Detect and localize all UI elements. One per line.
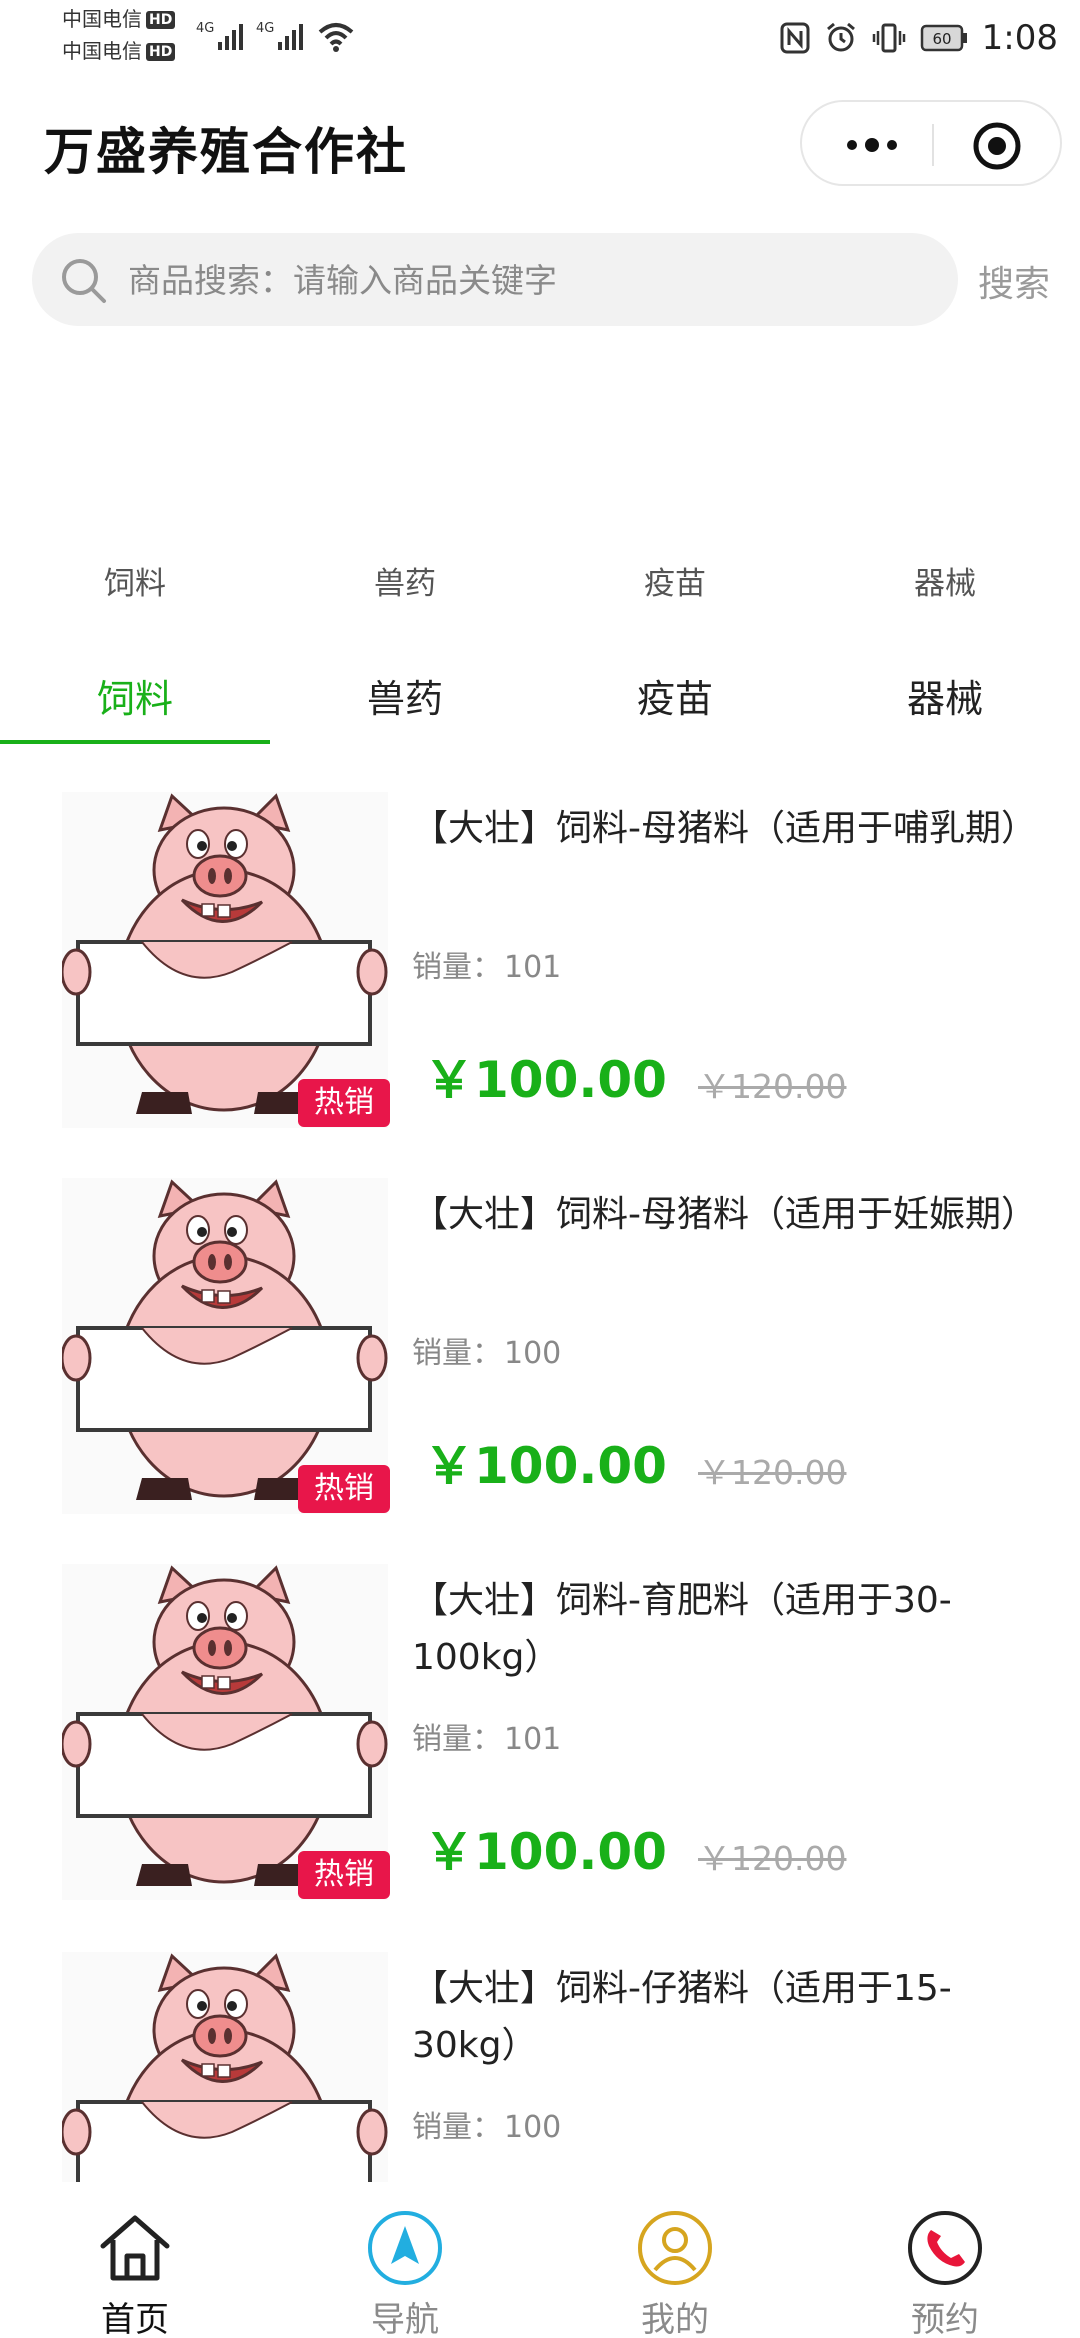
category-item-feed[interactable]: 饲料 [0, 558, 270, 603]
product-item[interactable]: 热销 【大壮】饲料-育肥料（适用于30-100kg） 销量：101 ￥100.0… [0, 1564, 1080, 1950]
nav-item-home[interactable]: 首页 [0, 2182, 270, 2338]
signal-icon-2: 4G [256, 21, 303, 50]
battery-level: 60 [932, 30, 951, 48]
network-type-1: 4G [196, 21, 214, 36]
carrier-name-2: 中国电信 [62, 39, 142, 63]
search-input[interactable] [128, 253, 928, 307]
sales-label: 销量： [412, 950, 502, 985]
category-item-vet-drug[interactable]: 兽药 [270, 558, 540, 603]
phone-icon [908, 2211, 982, 2285]
nav-label-booking: 预约 [911, 2300, 979, 2338]
nav-label-home: 首页 [101, 2300, 169, 2338]
tab-equipment[interactable]: 器械 [810, 660, 1080, 744]
search-button[interactable]: 搜索 [978, 255, 1050, 307]
sales-label: 销量： [412, 2110, 502, 2145]
product-image[interactable] [62, 1178, 388, 1514]
nav-item-mine[interactable]: 我的 [540, 2182, 810, 2338]
status-right: 60 1:08 [780, 18, 1058, 58]
nav-item-navigation[interactable]: 导航 [270, 2182, 540, 2338]
page-title: 万盛养殖合作社 [44, 123, 408, 181]
product-original-price: ￥120.00 [698, 1839, 847, 1878]
hot-badge: 热销 [298, 1851, 390, 1899]
category-item-equipment[interactable]: 器械 [810, 558, 1080, 603]
status-bar: 中国电信 HD 中国电信 HD 4G 4G 60 1:08 [0, 0, 1080, 76]
more-icon[interactable] [842, 128, 902, 162]
product-sales: 销量：101 [412, 942, 561, 986]
product-original-price: ￥120.00 [698, 1067, 847, 1106]
sales-count: 101 [504, 950, 562, 985]
carrier-1: 中国电信 HD [62, 6, 176, 32]
product-sales: 销量：101 [412, 1714, 561, 1758]
product-sales: 销量：100 [412, 1328, 561, 1372]
vibrate-icon [872, 23, 905, 53]
product-price: ￥100.00 [424, 1051, 667, 1109]
user-icon [638, 2211, 712, 2285]
battery-icon: 60 [920, 24, 967, 52]
product-item[interactable]: 热销 【大壮】饲料-母猪料（适用于妊娠期） 销量：100 ￥100.00 ￥12… [0, 1178, 1080, 1564]
product-item[interactable]: 热销 【大壮】饲料-母猪料（适用于哺乳期） 销量：101 ￥100.00 ￥12… [0, 792, 1080, 1178]
category-item-vaccine[interactable]: 疫苗 [540, 558, 810, 603]
product-original-price: ￥120.00 [698, 1453, 847, 1492]
close-target-icon[interactable] [972, 121, 1022, 171]
sales-label: 销量： [412, 1336, 502, 1371]
hot-badge: 热销 [298, 1079, 390, 1127]
home-icon [100, 2215, 170, 2281]
wifi-icon [318, 23, 354, 52]
bottom-nav: 首页 导航 我的 预约 [0, 2182, 1080, 2338]
product-item[interactable]: 【大壮】饲料-仔猪料（适用于15-30kg） 销量：100 [0, 1952, 1080, 2182]
product-price: ￥100.00 [424, 1823, 667, 1881]
hot-badge: 热销 [298, 1465, 390, 1513]
product-price: ￥100.00 [424, 1437, 667, 1495]
tab-feed[interactable]: 饲料 [0, 660, 270, 744]
hd-badge-2: HD [146, 43, 176, 61]
alarm-icon [826, 22, 855, 52]
product-image[interactable] [62, 1564, 388, 1900]
nav-label-navigation: 导航 [371, 2300, 439, 2338]
signal-icon-1: 4G [196, 21, 243, 50]
status-time: 1:08 [981, 18, 1058, 58]
carrier-name-1: 中国电信 [62, 7, 142, 31]
tab-vaccine[interactable]: 疫苗 [540, 660, 810, 744]
tab-vet-drug[interactable]: 兽药 [270, 660, 540, 744]
product-image[interactable] [62, 792, 388, 1128]
sales-count: 100 [504, 2110, 562, 2145]
category-grid: 饲料 兽药 疫苗 器械 [0, 558, 1080, 603]
sales-count: 101 [504, 1722, 562, 1757]
nfc-icon [780, 22, 810, 54]
product-sales: 销量：100 [412, 2102, 561, 2146]
nav-item-booking[interactable]: 预约 [810, 2182, 1080, 2338]
sales-count: 100 [504, 1336, 562, 1371]
nav-label-mine: 我的 [641, 2300, 709, 2338]
sales-label: 销量： [412, 1722, 502, 1757]
capsule-divider [932, 124, 934, 166]
product-name[interactable]: 【大壮】饲料-育肥料（适用于30-100kg） [412, 1572, 1042, 1686]
network-type-2: 4G [256, 21, 274, 36]
navigation-icon [368, 2211, 442, 2285]
product-name[interactable]: 【大壮】饲料-母猪料（适用于哺乳期） [412, 800, 1042, 857]
search-icon [62, 259, 106, 303]
search-box[interactable] [32, 233, 958, 326]
carrier-2: 中国电信 HD [62, 38, 176, 64]
product-name[interactable]: 【大壮】饲料-母猪料（适用于妊娠期） [412, 1186, 1042, 1243]
mini-program-capsule [800, 100, 1062, 186]
hd-badge-1: HD [146, 11, 176, 29]
product-name[interactable]: 【大壮】饲料-仔猪料（适用于15-30kg） [412, 1960, 1042, 2074]
category-tabs: 饲料 兽药 疫苗 器械 [0, 660, 1080, 744]
product-image[interactable] [62, 1952, 388, 2182]
